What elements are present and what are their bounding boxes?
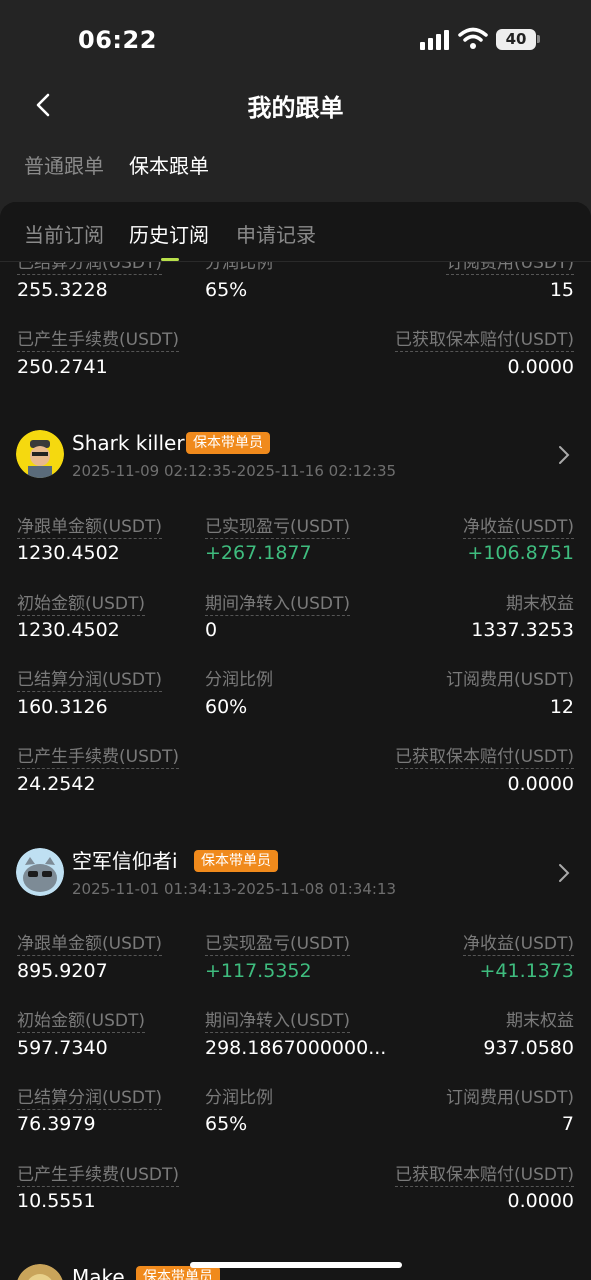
compensation-value: 0.0000 [507,356,574,378]
net-transfer-value: 0 [205,619,218,641]
compensation-value: 0.0000 [507,773,574,795]
final-equity-value: 1337.3253 [471,619,574,641]
profit-ratio-label: 分润比例 [205,1088,273,1108]
final-equity-value: 937.0580 [483,1037,574,1059]
net-income-value: +106.8751 [467,542,574,564]
settled-profit-value: 76.3979 [17,1113,96,1135]
realized-pnl-label: 已实现盈亏(USDT) [205,934,350,956]
settled-profit-label: 已结算分润(USDT) [17,1088,162,1110]
settled-profit-label: 已结算分润(USDT) [17,670,162,692]
trader-avatar-image [17,1264,63,1280]
net-transfer-label: 期间净转入(USDT) [205,1011,350,1033]
chevron-right-icon[interactable] [557,862,571,884]
subscription-fee-label: 订阅费用(USDT) [446,1088,574,1108]
battery-level: 40 [496,29,536,50]
settled-profit-value: 160.3126 [17,696,108,718]
tab-history-subscriptions[interactable]: 历史订阅 [129,219,209,248]
realized-pnl-value: +267.1877 [205,542,312,564]
net-follow-label: 净跟单金额(USDT) [17,517,162,539]
subscription-period: 2025-11-01 01:34:13-2025-11-08 01:34:13 [72,880,397,898]
net-income-label: 净收益(USDT) [463,517,574,539]
trader-name: Shark killer [72,431,185,455]
subscription-panel: 当前订阅 历史订阅 申请记录 已结算分润(USDT) 分润比例 订阅费用(USD… [0,202,591,1280]
net-follow-label: 净跟单金额(USDT) [17,934,162,956]
status-time: 06:22 [78,26,157,54]
guaranteed-trader-badge: 保本带单员 [194,850,278,872]
subscription-fee-value: 15 [549,279,574,301]
wifi-icon [458,27,488,49]
trader-card-header[interactable]: 空军信仰者i 保本带单员 2025-11-01 01:34:13-2025-11… [0,848,591,908]
trader-avatar-image [16,430,64,478]
chevron-right-icon[interactable] [557,444,571,466]
fees-value: 250.2741 [17,356,108,378]
realized-pnl-label: 已实现盈亏(USDT) [205,517,350,539]
fees-label: 已产生手续费(USDT) [17,747,179,769]
subscription-period: 2025-11-09 02:12:35-2025-11-16 02:12:35 [72,462,397,480]
home-indicator [190,1262,402,1268]
compensation-label: 已获取保本赔付(USDT) [395,1165,574,1187]
tab-normal-copy[interactable]: 普通跟单 [24,150,104,179]
avatar [16,848,64,896]
net-follow-value: 895.9207 [17,960,108,982]
battery-icon [537,35,540,43]
net-follow-value: 1230.4502 [17,542,120,564]
net-income-label: 净收益(USDT) [463,934,574,956]
trader-name: 空军信仰者i [72,849,178,873]
tab-application-records[interactable]: 申请记录 [236,219,316,248]
profit-ratio-value: 65% [205,279,248,301]
profit-ratio-value: 65% [205,1113,248,1135]
subscription-fee-value: 12 [549,696,574,718]
fees-label: 已产生手续费(USDT) [17,1165,179,1187]
fees-value: 10.5551 [17,1190,96,1212]
tab-current-subscriptions[interactable]: 当前订阅 [24,219,104,248]
nav-bar: 我的跟单 [0,80,591,130]
cellular-signal-icon [420,30,450,50]
profit-ratio-label: 分润比例 [205,670,273,690]
net-income-value: +41.1373 [479,960,575,982]
trader-name: Make [72,1265,125,1280]
subscription-fee-value: 7 [561,1113,574,1135]
final-equity-label: 期末权益 [506,594,574,614]
initial-amount-label: 初始金额(USDT) [17,1011,145,1033]
initial-amount-label: 初始金额(USDT) [17,594,145,616]
trader-avatar-image [16,848,64,896]
avatar [16,430,64,478]
initial-amount-value: 597.7340 [17,1037,108,1059]
trader-card-header[interactable]: Shark killer 保本带单员 2025-11-09 02:12:35-2… [0,430,591,490]
guaranteed-trader-badge: 保本带单员 [186,432,270,454]
final-equity-label: 期末权益 [506,1011,574,1031]
compensation-label: 已获取保本赔付(USDT) [395,330,574,352]
compensation-value: 0.0000 [507,1190,574,1212]
net-transfer-label: 期间净转入(USDT) [205,594,350,616]
fees-value: 24.2542 [17,773,96,795]
net-transfer-value: 298.1867000000... [205,1037,387,1059]
page-title: 我的跟单 [247,94,344,122]
profit-ratio-value: 60% [205,696,248,718]
active-tab-indicator [161,258,179,261]
tab-guaranteed-copy[interactable]: 保本跟单 [129,150,209,179]
subscription-tabs: 当前订阅 历史订阅 申请记录 [0,202,591,262]
fees-label: 已产生手续费(USDT) [17,330,179,352]
status-bar: 06:22 40 [0,0,591,80]
settled-profit-value: 255.3228 [17,279,108,301]
guaranteed-trader-badge: 保本带单员 [136,1266,220,1280]
compensation-label: 已获取保本赔付(USDT) [395,747,574,769]
history-list[interactable]: 已结算分润(USDT) 分润比例 订阅费用(USDT) 255.3228 65%… [0,202,591,1280]
realized-pnl-value: +117.5352 [205,960,312,982]
avatar [16,1264,64,1280]
subscription-fee-label: 订阅费用(USDT) [446,670,574,690]
initial-amount-value: 1230.4502 [17,619,120,641]
